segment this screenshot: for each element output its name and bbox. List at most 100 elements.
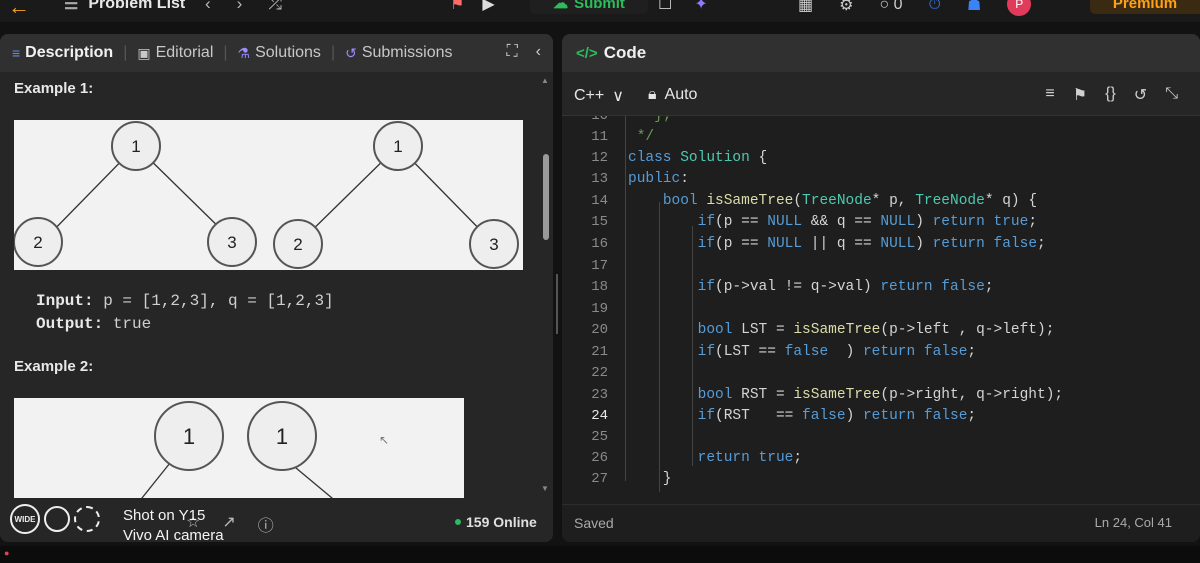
example-1-io: Input: p = [1,2,3], q = [1,2,3] Output: … bbox=[36, 290, 334, 336]
code-line-14: bool isSameTree(TreeNode* p, TreeNode* q… bbox=[662, 193, 1038, 209]
line-number: 13 bbox=[591, 171, 608, 187]
code-line-13: public: bbox=[628, 171, 689, 187]
layout-icon[interactable]: ▦ bbox=[798, 0, 813, 15]
code-line-11: */ bbox=[628, 129, 655, 145]
format-lines-icon[interactable]: ≡ bbox=[1045, 85, 1054, 105]
tab-editorial-label: Editorial bbox=[155, 44, 214, 61]
line-number: 18 bbox=[591, 279, 608, 295]
line-number: 20 bbox=[591, 322, 608, 338]
run-icon[interactable]: ▶ bbox=[482, 0, 494, 14]
weather-icon: ● bbox=[4, 548, 10, 558]
top-right-controls: ▦ ⚙ ○ 0 ⏱ ☗ P bbox=[798, 0, 1032, 16]
example-2-tree-svg: 1 1 ↖ bbox=[141, 401, 389, 498]
bookmark-icon[interactable]: ⚑ bbox=[1073, 85, 1087, 105]
tab-editorial[interactable]: ▣ Editorial bbox=[137, 44, 213, 62]
flask-icon: ⚗ bbox=[237, 44, 251, 61]
shuffle-icon[interactable]: ⤮ bbox=[268, 0, 282, 14]
tab-solutions-label: Solutions bbox=[255, 44, 321, 61]
line-number: 15 bbox=[591, 214, 608, 230]
code-line-18: if(p->val != q->val) return false; bbox=[697, 279, 994, 295]
resize-grip[interactable] bbox=[556, 274, 558, 334]
auto-mode-label: Auto bbox=[664, 86, 698, 103]
node-label: 2 bbox=[293, 235, 302, 254]
scroll-up-arrow-icon[interactable]: ▲ bbox=[541, 76, 549, 85]
ai-sparkle-icon[interactable]: ✦ bbox=[694, 0, 707, 14]
editor-status-bar: Saved Ln 24, Col 41 bbox=[562, 504, 1200, 542]
camera-watermark-text: Shot on Y15 Vivo AI camera bbox=[123, 506, 224, 546]
note-icon[interactable]: ☐ bbox=[658, 0, 672, 14]
tree-p-node-left: 2 bbox=[14, 217, 63, 267]
example-2-heading: Example 2: bbox=[14, 358, 94, 375]
panel-resize-handle[interactable] bbox=[553, 34, 561, 542]
input-value: p = [1,2,3], q = [1,2,3] bbox=[103, 292, 334, 310]
bell-icon[interactable]: ☗ bbox=[967, 0, 981, 15]
premium-button[interactable]: Premium bbox=[1090, 0, 1200, 14]
expand-icon[interactable]: ⤡ bbox=[1165, 85, 1178, 105]
collapse-chevron-icon[interactable]: ‹ bbox=[536, 43, 541, 61]
node-label: 1 bbox=[393, 137, 402, 156]
example-1-tree-svg: 1 2 3 1 2 3 bbox=[14, 121, 519, 269]
avatar[interactable]: P bbox=[1007, 0, 1032, 16]
tree-q-node-root: 1 bbox=[247, 401, 317, 471]
tab-code-label: Code bbox=[603, 43, 647, 62]
editor-toolbar: C++ ∨ 🔒︎ Auto ≡ ⚑ {} ↺ ⤡ bbox=[562, 72, 1200, 116]
top-bar: ← ☰ Problem List ‹ › ⤮ ⚑ ▶ ☁ Submit ☐ ✦ … bbox=[0, 0, 1200, 22]
wide-lens-badge: WIDE bbox=[10, 504, 40, 534]
tab-code[interactable]: </> Code bbox=[562, 34, 1200, 72]
code-line-12: class Solution { bbox=[628, 150, 768, 166]
streak-counter[interactable]: ○ 0 bbox=[879, 0, 902, 14]
submit-button[interactable]: ☁ Submit bbox=[530, 0, 648, 14]
settings-gear-icon[interactable]: ⚙ bbox=[839, 0, 853, 15]
line-number: 16 bbox=[591, 236, 608, 252]
line-number: 19 bbox=[591, 301, 608, 317]
online-count: 159 Online bbox=[455, 514, 537, 530]
watermark-line-1: Shot on Y15 bbox=[123, 507, 206, 524]
submit-label: Submit bbox=[574, 0, 625, 12]
help-icon[interactable]: ⓘ bbox=[258, 512, 274, 536]
braces-icon[interactable]: {} bbox=[1105, 85, 1116, 105]
tab-submissions[interactable]: ↺ Submissions bbox=[345, 44, 452, 62]
auto-mode-toggle[interactable]: 🔒︎ Auto bbox=[648, 86, 697, 104]
save-status: Saved bbox=[574, 515, 614, 531]
top-tools: ☐ ✦ bbox=[658, 0, 708, 14]
maximize-icon[interactable]: ⛶ bbox=[506, 43, 517, 61]
language-select[interactable]: C++ ∨ bbox=[574, 86, 624, 106]
list-icon: ☰ bbox=[64, 0, 79, 13]
left-tab-bar: ≡ Description | ▣ Editorial | ⚗ Solution… bbox=[0, 34, 553, 72]
timer-icon[interactable]: ⏱ bbox=[928, 0, 940, 14]
tree-q-node-right: 3 bbox=[469, 219, 519, 269]
tab-separator: | bbox=[223, 44, 228, 61]
input-label: Input: bbox=[36, 292, 94, 310]
node-label: 2 bbox=[33, 233, 42, 252]
example-1-heading: Example 1: bbox=[14, 80, 94, 97]
code-editor[interactable]: 10 11 12 13 14 15 16 17 18 19 20 21 22 2… bbox=[562, 116, 1200, 502]
lens-circle-icon bbox=[74, 506, 100, 532]
line-number: 22 bbox=[591, 365, 608, 381]
example-1-output-line: Output: true bbox=[36, 313, 334, 336]
camera-watermark-icons: WIDE bbox=[10, 504, 100, 534]
online-dot-icon bbox=[455, 519, 461, 525]
code-brackets-icon: </> bbox=[576, 44, 598, 62]
tab-solutions[interactable]: ⚗ Solutions bbox=[238, 44, 321, 62]
scrollbar-thumb[interactable] bbox=[543, 154, 549, 240]
reset-icon[interactable]: ↺ bbox=[1134, 85, 1147, 105]
watermark-line-2: Vivo AI camera bbox=[123, 527, 224, 544]
leetcode-logo-icon[interactable]: ← bbox=[8, 0, 32, 19]
node-label: 1 bbox=[131, 137, 140, 156]
tree-p-node-root: 1 bbox=[154, 401, 224, 471]
code-line-26: return true; bbox=[697, 450, 803, 466]
tab-description[interactable]: ≡ Description bbox=[12, 44, 113, 62]
share-icon[interactable]: ↗ bbox=[222, 512, 235, 536]
line-number: 17 bbox=[591, 258, 608, 274]
code-line-21: if(LST == false ) return false; bbox=[697, 344, 977, 360]
tree-q-node-root: 1 bbox=[373, 121, 423, 171]
scroll-down-arrow-icon[interactable]: ▼ bbox=[541, 484, 549, 493]
next-problem-icon[interactable]: › bbox=[237, 0, 243, 14]
problem-nav: ‹ › ⤮ bbox=[205, 0, 282, 14]
prev-problem-icon[interactable]: ‹ bbox=[205, 0, 211, 14]
tree-p-node-right: 3 bbox=[207, 217, 257, 267]
node-label: 1 bbox=[183, 424, 195, 449]
debug-icon[interactable]: ⚑ bbox=[450, 0, 464, 14]
code-line-16: if(p == NULL || q == NULL) return false; bbox=[697, 236, 1046, 252]
problem-list-link[interactable]: ☰ Problem List bbox=[64, 0, 185, 14]
